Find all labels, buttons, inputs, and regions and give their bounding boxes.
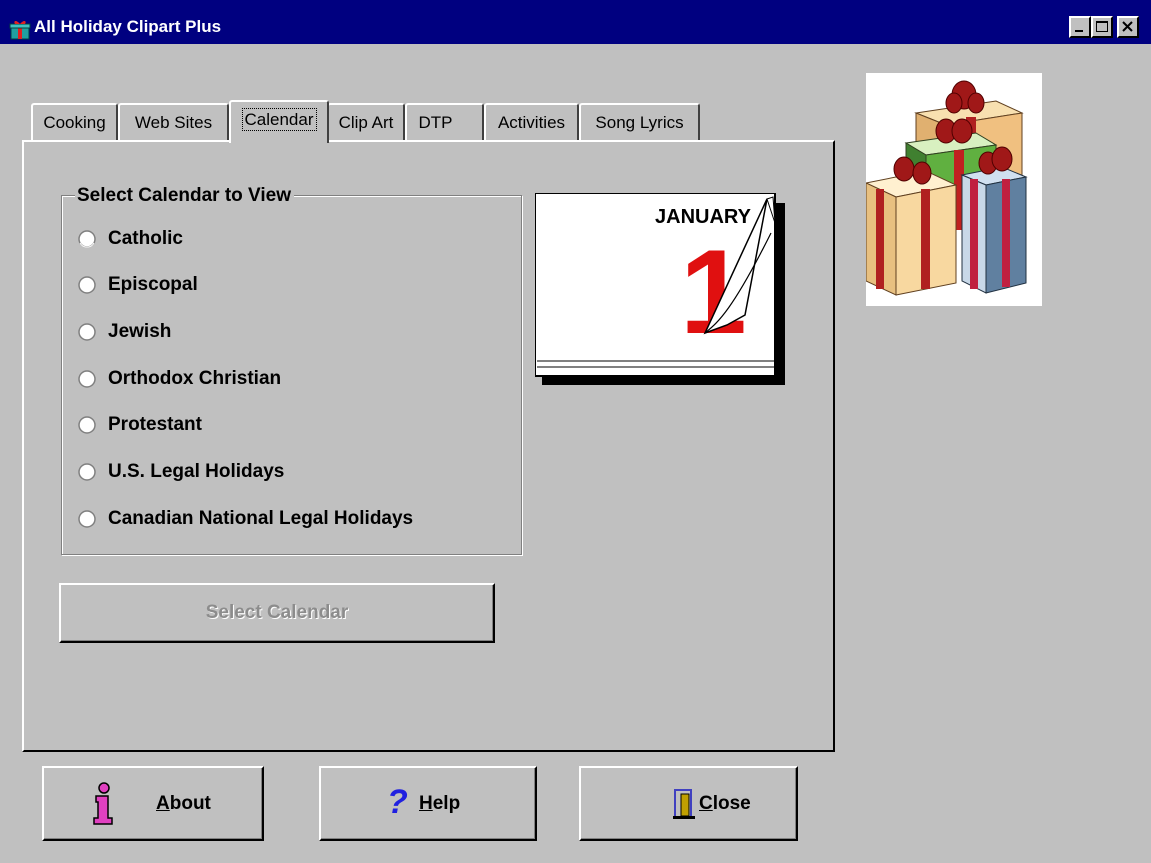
mnemonic-letter: C xyxy=(699,793,713,814)
radio-label: Canadian National Legal Holidays xyxy=(108,508,414,529)
maximize-button[interactable] xyxy=(1091,16,1113,38)
minimize-icon xyxy=(1075,30,1083,32)
tab-label: Clip Art xyxy=(338,113,394,132)
exit-door-icon xyxy=(673,789,695,819)
tab-label: Activities xyxy=(497,113,566,132)
select-calendar-button-label: Select Calendar xyxy=(205,602,349,623)
radio-button-icon xyxy=(78,463,96,481)
radio-button-icon xyxy=(78,276,96,294)
close-button[interactable] xyxy=(1117,16,1139,38)
gift-icon xyxy=(9,20,31,40)
tab-label: Web Sites xyxy=(134,113,213,132)
radio-button-icon xyxy=(78,510,96,528)
close-app-button[interactable]: Close xyxy=(579,766,798,841)
title-bar: All Holiday Clipart Plus xyxy=(0,0,1151,44)
label-rest: lose xyxy=(712,793,751,814)
radio-button-icon xyxy=(78,230,96,248)
help-button-label: Help xyxy=(419,768,460,840)
radio-label: Episcopal xyxy=(108,274,198,295)
tab-cooking[interactable]: Cooking xyxy=(31,103,118,141)
tab-label: DTP xyxy=(418,113,453,132)
mnemonic-letter: H xyxy=(419,793,433,814)
label-rest: elp xyxy=(432,793,461,814)
radio-label: U.S. Legal Holidays xyxy=(108,461,285,482)
radio-button-icon xyxy=(78,370,96,388)
gifts-clipart-image xyxy=(866,73,1042,306)
radio-label: Protestant xyxy=(108,414,202,435)
info-icon xyxy=(93,782,113,825)
radio-label: Jewish xyxy=(108,321,172,342)
tab-clip-art[interactable]: Clip Art xyxy=(327,103,405,141)
about-button[interactable]: About xyxy=(42,766,264,841)
tab-song-lyrics[interactable]: Song Lyrics xyxy=(579,103,700,141)
close-button-label: Close xyxy=(699,768,751,840)
radio-button-icon xyxy=(78,416,96,434)
help-button[interactable]: ? Help xyxy=(319,766,537,841)
tab-web-sites[interactable]: Web Sites xyxy=(118,103,229,141)
tab-label: Song Lyrics xyxy=(595,113,684,132)
radio-button-icon xyxy=(78,323,96,341)
about-button-label: About xyxy=(156,768,211,840)
tab-activities[interactable]: Activities xyxy=(484,103,579,141)
tab-label: Cooking xyxy=(43,113,106,132)
tab-calendar[interactable]: Calendar xyxy=(229,100,329,143)
radio-label: Orthodox Christian xyxy=(108,368,282,389)
calendar-page-image: JANUARY 1 xyxy=(535,193,785,385)
maximize-icon xyxy=(1096,21,1108,32)
minimize-button[interactable] xyxy=(1069,16,1091,38)
window-title: All Holiday Clipart Plus xyxy=(34,17,222,36)
radio-label: Catholic xyxy=(108,228,183,249)
tab-dtp[interactable]: DTP xyxy=(405,103,484,141)
select-calendar-button[interactable]: Select Calendar xyxy=(59,583,495,643)
label-rest: bout xyxy=(169,793,211,814)
group-label: Select Calendar to View xyxy=(75,184,295,208)
close-icon xyxy=(1122,21,1133,32)
tab-label: Calendar xyxy=(241,108,317,131)
question-mark-icon: ? xyxy=(387,783,408,821)
mnemonic-letter: A xyxy=(156,793,170,814)
